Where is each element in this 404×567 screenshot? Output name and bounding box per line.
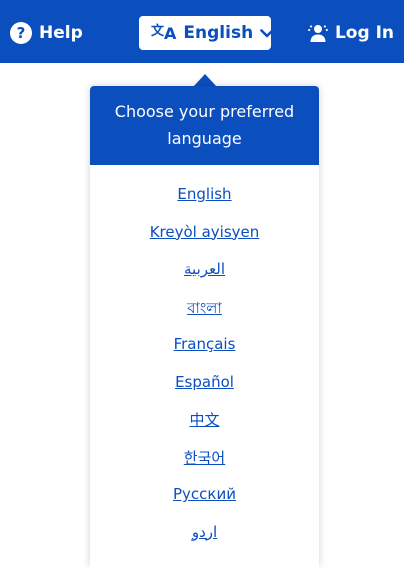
list-item: Русский — [90, 484, 319, 522]
chevron-down-icon — [260, 28, 274, 38]
language-option-korean[interactable]: 한국어 — [184, 449, 225, 467]
user-icon — [307, 22, 329, 44]
language-option-english[interactable]: English — [177, 185, 231, 203]
list-item: Español — [90, 372, 319, 410]
list-item: العربية — [90, 259, 319, 297]
language-option-arabic[interactable]: العربية — [184, 260, 225, 278]
language-option-haitian-creole[interactable]: Kreyòl ayisyen — [150, 223, 260, 241]
list-item: 한국어 — [90, 447, 319, 485]
question-circle-icon: ? — [10, 22, 32, 44]
top-navigation-bar: ? Help 文A English Log In — [0, 0, 404, 63]
language-list: English Kreyòl ayisyen العربية বাংলা Fra… — [90, 184, 319, 559]
help-link[interactable]: ? Help — [10, 19, 83, 47]
language-selector-button[interactable]: 文A English — [139, 16, 274, 50]
list-item: اردو — [90, 522, 319, 560]
language-option-urdu[interactable]: اردو — [192, 523, 217, 541]
language-selector-label: English — [183, 23, 254, 43]
list-item: English — [90, 184, 319, 222]
language-option-french[interactable]: Français — [174, 335, 236, 353]
language-dropdown-panel: Choose your preferred language English K… — [90, 86, 319, 567]
language-option-spanish[interactable]: Español — [175, 373, 234, 391]
language-dropdown-heading: Choose your preferred language — [90, 86, 319, 165]
language-option-russian[interactable]: Русский — [173, 485, 236, 503]
language-option-chinese[interactable]: 中文 — [189, 411, 219, 429]
login-link[interactable]: Log In — [307, 19, 394, 47]
login-label: Log In — [334, 23, 394, 43]
help-label: Help — [39, 23, 83, 43]
list-item: বাংলা — [90, 297, 319, 335]
translate-icon: 文A — [151, 23, 177, 43]
list-item: 中文 — [90, 409, 319, 447]
list-item: Français — [90, 334, 319, 372]
list-item: Kreyòl ayisyen — [90, 222, 319, 260]
language-option-bengali[interactable]: বাংলা — [187, 299, 222, 317]
